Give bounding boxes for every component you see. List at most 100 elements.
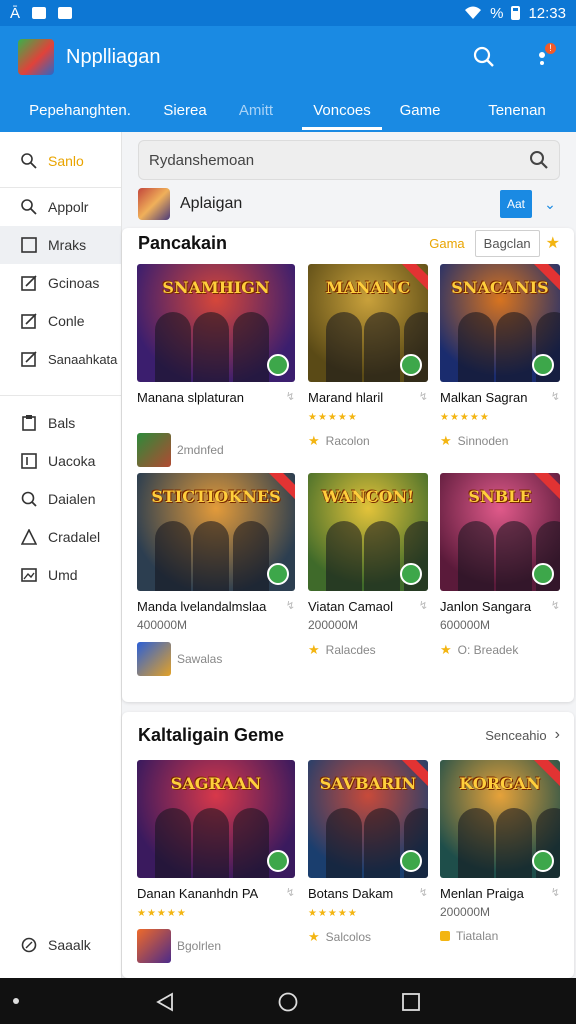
tab-4[interactable]: Game <box>382 88 458 132</box>
sidebar-item-9[interactable]: Cradalel <box>0 518 121 556</box>
more-icon[interactable]: ⌄ <box>540 196 560 213</box>
sidebar-item-4[interactable]: Conle <box>0 302 121 340</box>
home-icon[interactable] <box>278 992 298 1012</box>
game-title: Manana slplaturan <box>137 390 244 405</box>
section-game-link[interactable]: Gama <box>429 236 464 251</box>
game-title: Janlon Sangara <box>440 599 532 614</box>
see-all-link[interactable]: Senceahio › <box>485 726 560 744</box>
sidebar-item-8[interactable]: Daialen <box>0 480 121 518</box>
thumbnail-title: SAGRAAN <box>170 774 262 793</box>
game-title: Manda lvelandalmslaa <box>137 599 267 614</box>
game-thumbnail[interactable]: SAVBARIN <box>308 760 428 878</box>
game-tile[interactable]: SNBLE Janlon Sangara ↯ 600000M ★ O: Brea… <box>440 473 560 658</box>
game-title-row: Botans Dakam ↯ <box>308 886 428 901</box>
game-tile[interactable]: MANANC Marand hlaril ↯ ★★★★★ ★ Racolon <box>308 264 428 449</box>
app-mini-icon <box>137 433 171 467</box>
add-button[interactable]: Aat <box>500 190 532 218</box>
game-tile[interactable]: SAVBARIN Botans Dakam ↯ ★★★★★ ★ Salcolos <box>308 760 428 945</box>
thumbnail-title: STICTIOKNES <box>151 487 281 506</box>
square-icon <box>20 452 38 470</box>
back-icon[interactable] <box>156 992 174 1012</box>
tab-2[interactable]: Amitt <box>210 88 302 132</box>
sidebar-item-3[interactable]: Gcinoas <box>0 264 121 302</box>
game-title: Menlan Praiga <box>440 886 524 901</box>
search-placeholder: Rydanshemoan <box>149 151 255 169</box>
download-icon[interactable]: ↯ <box>551 599 560 614</box>
star-icon[interactable]: ★ <box>546 233 560 253</box>
tab-bar: Pepehanghten. Sierea Amitt Voncoes Game … <box>0 88 576 132</box>
thumbnail-title: SNACANIS <box>451 278 549 297</box>
game-thumbnail[interactable]: WANCON! <box>308 473 428 591</box>
download-icon[interactable]: ↯ <box>419 886 428 901</box>
sidebar-item-1[interactable]: Appolr <box>0 188 121 226</box>
sidebar-item-label: Bals <box>48 415 76 431</box>
game-meta: ★★★★★ <box>308 412 358 423</box>
download-icon[interactable]: ↯ <box>551 886 560 901</box>
download-icon[interactable]: ↯ <box>419 599 428 614</box>
download-icon[interactable]: ↯ <box>286 390 295 405</box>
app-bar: Npplliagan ! <box>0 26 576 88</box>
sidebar-item-0[interactable]: Sanlo <box>0 142 121 180</box>
character-figure <box>155 521 191 591</box>
game-thumbnail[interactable]: SNACANIS <box>440 264 560 382</box>
settings-icon <box>20 936 38 954</box>
game-thumbnail[interactable]: SNBLE <box>440 473 560 591</box>
edit-icon <box>20 274 38 292</box>
character-figure <box>193 312 229 382</box>
game-tile[interactable]: WANCON! Viatan Camaol ↯ 200000M ★ Ralacd… <box>308 473 428 658</box>
game-thumbnail[interactable]: SNAMHIGN <box>137 264 295 382</box>
recents-icon[interactable] <box>402 993 420 1011</box>
character-figure <box>364 808 400 878</box>
game-thumbnail[interactable]: KORGAN <box>440 760 560 878</box>
screen: Ā % 12:33 Npplliagan ! Pepehanghten. Sie… <box>0 0 576 1024</box>
character-figure <box>496 521 532 591</box>
sidebar-item-5[interactable]: Sanaahkata <box>0 340 121 378</box>
tab-0[interactable]: Pepehanghten. <box>0 88 160 132</box>
thumbnail-title: KORGAN <box>459 774 541 793</box>
app-mini-icon <box>137 929 171 963</box>
character-figure <box>496 312 532 382</box>
chevron-right-icon: › <box>554 726 560 743</box>
notifications-button[interactable]: ! <box>530 43 558 71</box>
game-subtitle: ★★★★★ <box>440 409 560 425</box>
game-tile[interactable]: SAGRAAN Danan Kananhdn PA ↯ ★★★★★ Bgolrl… <box>137 760 295 963</box>
game-footer-label: Sinnoden <box>457 434 509 448</box>
game-thumbnail[interactable]: SAGRAAN <box>137 760 295 878</box>
game-title-row: Marand hlaril ↯ <box>308 390 428 405</box>
game-thumbnail[interactable]: STICTIOKNES <box>137 473 295 591</box>
tab-3[interactable]: Voncoes <box>302 88 382 132</box>
tab-1[interactable]: Sierea <box>160 88 210 132</box>
sidebar-item-10[interactable]: Umd <box>0 556 121 594</box>
download-icon[interactable]: ↯ <box>419 390 428 405</box>
see-all-label: Senceahio <box>485 727 547 743</box>
game-tile[interactable]: STICTIOKNES Manda lvelandalmslaa ↯ 40000… <box>137 473 295 676</box>
sidebar-item-6[interactable]: Bals <box>0 404 121 442</box>
system-nav-bar <box>0 978 576 1024</box>
notification-badge: ! <box>545 43 556 54</box>
game-tile[interactable]: SNACANIS Malkan Sagran ↯ ★★★★★ ★ Sinnode… <box>440 264 560 449</box>
game-tile[interactable]: SNAMHIGN Manana slplaturan ↯ 2mdnfed <box>137 264 295 467</box>
download-icon[interactable]: ↯ <box>286 599 295 614</box>
game-thumbnail[interactable]: MANANC <box>308 264 428 382</box>
game-subtitle: ★★★★★ <box>308 905 428 921</box>
sidebar-footer-item[interactable]: Saaalk <box>0 926 122 964</box>
game-title: Botans Dakam <box>308 886 394 901</box>
download-icon[interactable]: ↯ <box>551 390 560 405</box>
clock: 12:33 <box>528 4 566 22</box>
sidebar-item-label: Appolr <box>48 199 89 215</box>
search-button[interactable] <box>470 43 498 71</box>
section-filter-button[interactable]: Bagclan <box>474 229 540 257</box>
section-header: Kaltaligain Geme Senceahio › <box>138 720 560 750</box>
download-icon[interactable]: ↯ <box>286 886 295 901</box>
tab-5[interactable]: Tenenan <box>458 88 576 132</box>
game-tile[interactable]: KORGAN Menlan Praiga ↯ 200000M Tiatalan <box>440 760 560 943</box>
character-figure <box>233 312 269 382</box>
search-icon <box>20 490 38 508</box>
triangle-icon <box>20 528 38 546</box>
sidebar-item-2[interactable]: Mraks <box>0 226 121 264</box>
sidebar-item-7[interactable]: Uacoka <box>0 442 121 480</box>
game-meta: 200000M <box>308 618 359 632</box>
search-input[interactable]: Rydanshemoan <box>138 140 560 180</box>
sidebar: Sanlo Appolr Mraks Gcinoas Conle Sanaahk… <box>0 132 122 978</box>
verified-badge-icon <box>267 563 289 585</box>
